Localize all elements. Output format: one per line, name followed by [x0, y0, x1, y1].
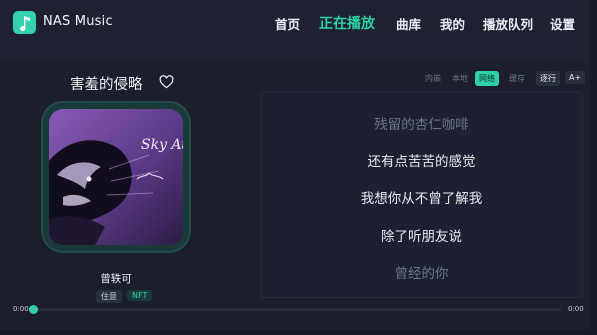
app-window: NAS Music 首页 正在播放 曲库 我的 播放队列 设置 害羞的侵略 Sk…	[0, 0, 590, 330]
top-nav-bar: NAS Music 首页 正在播放 曲库 我的 播放队列 设置	[0, 0, 590, 62]
heart-icon	[159, 75, 174, 89]
quality-tag: 住意	[96, 290, 122, 303]
music-note-icon	[19, 15, 30, 31]
lyric-line: 残留的杏仁咖啡	[374, 117, 469, 133]
cover-text: Sky Attack	[141, 137, 183, 153]
album-cover-frame: Sky Attack	[43, 103, 189, 251]
lyrics-source-cache[interactable]: 缓存	[505, 71, 529, 86]
lyrics-source-embedded[interactable]: 内嵌	[421, 71, 445, 86]
nft-tag: NFT	[127, 290, 153, 301]
album-cover: Sky Attack	[49, 109, 183, 245]
nav-now-playing[interactable]: 正在播放	[319, 13, 375, 33]
total-time: 0:00	[568, 305, 584, 313]
nav-home[interactable]: 首页	[275, 14, 300, 33]
favorite-button[interactable]	[159, 74, 174, 93]
lyrics-source-network[interactable]: 网络	[475, 71, 499, 86]
progress-bar[interactable]	[29, 305, 561, 314]
lyric-line: 我想你从不曾了解我	[360, 191, 483, 207]
nav-mine[interactable]: 我的	[440, 14, 465, 33]
nav-settings[interactable]: 设置	[550, 14, 575, 33]
song-title: 害羞的侵略	[70, 77, 143, 93]
app-logo	[13, 11, 36, 34]
lyrics-panel[interactable]: 残留的杏仁咖啡 还有点苦苦的感觉 我想你从不曾了解我 除了听朋友说 曾经的你	[260, 91, 583, 298]
current-time: 0:00	[13, 305, 29, 313]
panther-artwork: Sky Attack	[49, 109, 183, 245]
lyric-line: 还有点苦苦的感觉	[367, 154, 476, 170]
nav-play-queue[interactable]: 播放队列	[483, 14, 533, 33]
app-title: NAS Music	[43, 14, 113, 29]
nav-library[interactable]: 曲库	[396, 14, 421, 33]
progress-handle[interactable]	[29, 305, 38, 314]
artist-name: 曾轶可	[100, 273, 132, 285]
lyric-line: 曾经的你	[394, 266, 449, 282]
lyrics-source-local[interactable]: 本地	[448, 71, 472, 86]
lyric-line: 除了听朋友说	[381, 229, 462, 245]
lyrics-mode-button[interactable]: 逐行	[536, 71, 560, 86]
font-size-button[interactable]: A+	[565, 71, 586, 84]
